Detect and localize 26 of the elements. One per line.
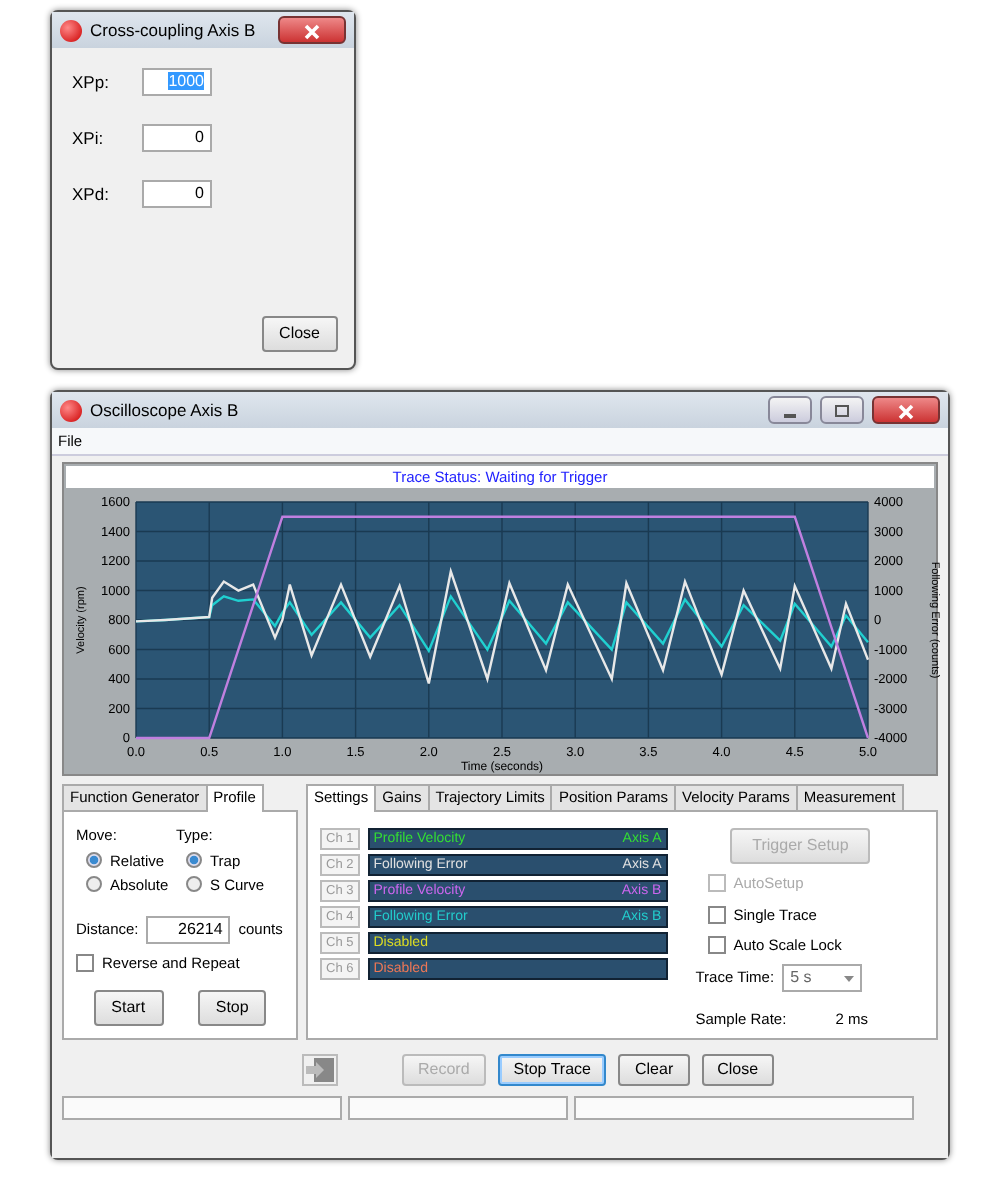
close-button[interactable]: [872, 396, 940, 424]
action-button[interactable]: Stop: [197, 990, 267, 1027]
maximize-icon: [834, 404, 850, 419]
action-button[interactable]: Close: [701, 1054, 775, 1087]
action-button[interactable]: Clear: [618, 1054, 690, 1087]
field-label: XPi:: [72, 125, 106, 151]
caret-icon: [844, 975, 855, 981]
close-icon: [304, 23, 320, 40]
input-field[interactable]: 0: [142, 180, 212, 208]
field-label: XPp:: [72, 69, 111, 95]
action-button[interactable]: Stop Trace: [497, 1054, 607, 1087]
close-icon: [898, 403, 914, 420]
minimize-button[interactable]: [768, 396, 812, 424]
input-field[interactable]: 26214: [146, 916, 231, 944]
dropdown[interactable]: 5 s: [782, 964, 863, 992]
arrow-box-icon[interactable]: [302, 1054, 338, 1087]
app-icon: [60, 19, 82, 41]
input-field[interactable]: 0: [142, 124, 212, 152]
action-button[interactable]: Start: [93, 990, 164, 1027]
close-button[interactable]: Close: [261, 316, 338, 352]
maximize-button[interactable]: [820, 396, 864, 424]
close-button[interactable]: [278, 16, 346, 44]
app-icon: [60, 399, 82, 421]
window-title: Oscilloscope Axis B: [90, 397, 241, 423]
window-title: Cross-coupling Axis B: [90, 17, 258, 43]
field-label: XPd:: [72, 181, 111, 207]
